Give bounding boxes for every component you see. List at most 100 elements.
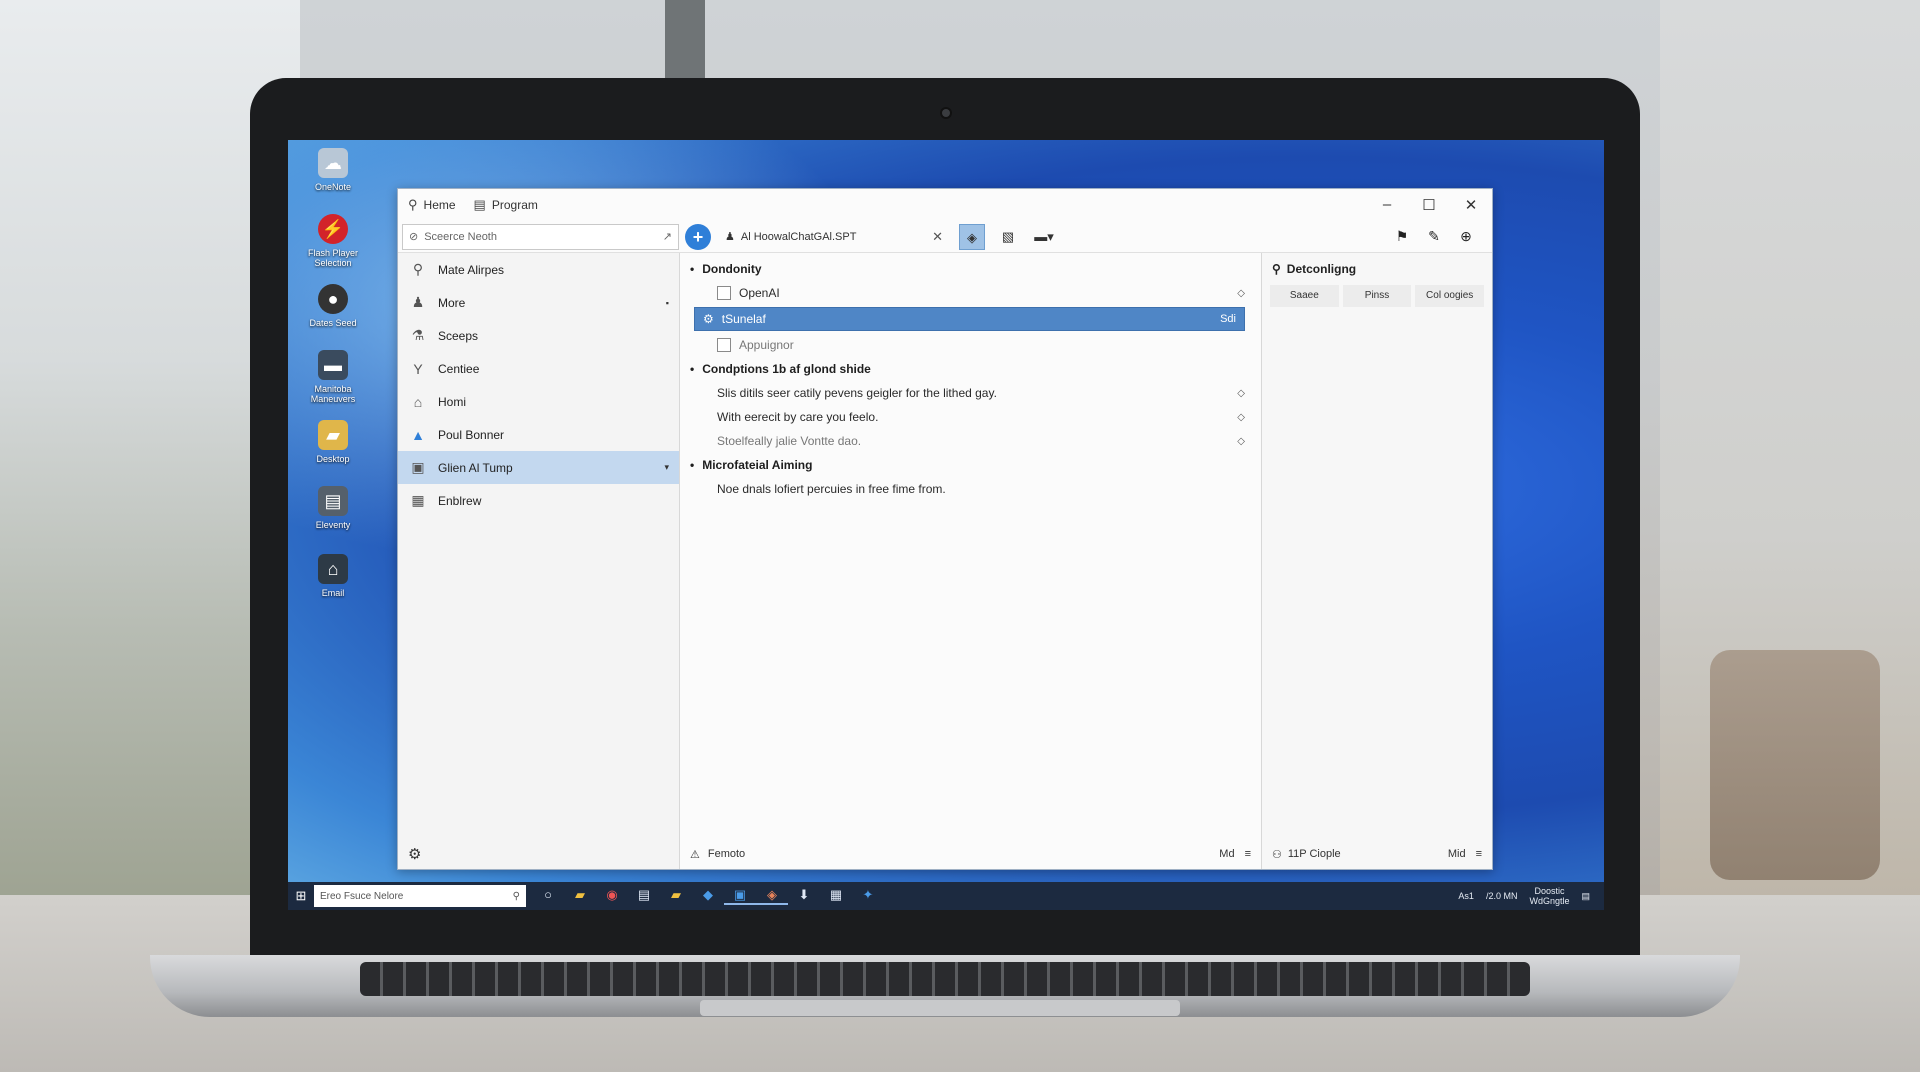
tool-icon: Y [413, 360, 423, 377]
sidebar-item-mate-alirpes[interactable]: ⚲ Mate Alirpes [398, 253, 679, 286]
taskview-icon[interactable]: ○ [532, 887, 564, 905]
main-footer: ⚠ Femoto Md ≡ [690, 848, 1251, 861]
section-header[interactable]: • Dondonity [680, 257, 1261, 281]
minimize-button[interactable]: – [1366, 196, 1408, 214]
section-header[interactable]: • Microfateial Aiming [680, 453, 1261, 477]
trackpad [700, 1000, 1180, 1016]
sidebar-item-homi[interactable]: ⌂ Homi [398, 385, 679, 418]
taskbar: ⊞ Ereo Fsuce Nelore ⚲ ○ ▰ ◉ ▤ ▰ ◆ ▣ ◈ ⬇ … [288, 882, 1604, 910]
sidebar: ⚲ Mate Alirpes ♟ More ▪ ⚗ Sceeps Y Centi… [398, 253, 680, 869]
taskbar-apps: ○ ▰ ◉ ▤ ▰ ◆ ▣ ◈ ⬇ ▦ ✦ [532, 887, 884, 905]
close-tab-icon[interactable]: ✕ [932, 229, 943, 245]
tab-saaee[interactable]: Saaee [1270, 285, 1339, 307]
expand-icon[interactable]: ↗ [663, 230, 672, 243]
monitor-icon: ▬ [318, 350, 348, 380]
list-item[interactable]: Slis ditils seer catily pevens geigler f… [680, 381, 1261, 405]
right-panel-title: ⚲ Detconligng [1272, 262, 1357, 276]
image-icon[interactable]: ▧ [995, 224, 1021, 250]
caret-icon: ▪ [665, 297, 669, 308]
start-icon[interactable]: ⊞ [288, 888, 314, 904]
settings-icon[interactable]: ⚙ [408, 845, 421, 863]
desktop-icon-onenote[interactable]: ☁ OneNote [298, 148, 368, 192]
right-panel: ⚲ Detconligng Saaee Pinss Col oogies ⚇ 1… [1262, 253, 1492, 869]
taskbar-search-input[interactable]: Ereo Fsuce Nelore ⚲ [314, 885, 526, 907]
date[interactable]: Doostic WdGngtle [1529, 886, 1569, 906]
sidebar-item-centiee[interactable]: Y Centiee [398, 352, 679, 385]
add-button[interactable]: + [685, 223, 711, 250]
item-icon: ⚙ [703, 312, 714, 326]
sidebar-item-enblrew[interactable]: ▦ Enblrew [398, 484, 679, 517]
laptop-screen: ☁ OneNote ⚡ Flash Player Selection ● Dat… [288, 140, 1604, 910]
sidebar-item-more[interactable]: ♟ More ▪ [398, 286, 679, 319]
pen-icon[interactable]: ✎ [1420, 228, 1448, 245]
document-tab[interactable]: ♟ Al HoowalChatGAl.SPT ✕ [719, 224, 949, 250]
diamond-icon[interactable]: ◇ [1237, 288, 1245, 299]
explorer-icon[interactable]: ▰ [660, 887, 692, 905]
notification-icon[interactable]: ▤ [1581, 891, 1590, 902]
desktop-icon-maneuvers[interactable]: ▬ Manitoba Maneuvers [298, 350, 368, 404]
download-icon[interactable]: ⬇ [788, 887, 820, 905]
cloud-icon: ☁ [318, 148, 348, 178]
search-input[interactable]: ⊘ Sceerce Neoth ↗ [402, 223, 679, 250]
diamond-icon[interactable]: ◇ [1237, 388, 1245, 399]
app-open-icon[interactable]: ▣ [724, 887, 756, 905]
app-icon[interactable]: ◆ [692, 887, 724, 905]
checkbox[interactable] [717, 338, 731, 352]
close-button[interactable]: ✕ [1450, 196, 1492, 214]
flag-icon[interactable]: ⚑ [1388, 228, 1416, 245]
menu-program[interactable]: ▤ Program [474, 197, 538, 213]
title-bar: ⚲ Heme ▤ Program – ☐ ✕ [398, 189, 1492, 221]
desktop-icon-dates[interactable]: ● Dates Seed [298, 284, 368, 328]
mic-icon: ⚲ [512, 890, 520, 902]
layout-dropdown-icon[interactable]: ▬▾ [1031, 224, 1057, 250]
grid-icon: ▦ [411, 492, 425, 508]
webcam [940, 107, 952, 119]
main-content: • Dondonity OpenAI ◇ ⚙ tSunelaf Sdi Appu… [680, 253, 1262, 869]
list-item[interactable]: Stoelfeally jalie Vontte dao. ◇ [680, 429, 1261, 453]
tab-col-oogies[interactable]: Col oogies [1415, 285, 1485, 307]
settings-icon[interactable]: ✦ [852, 887, 884, 905]
desktop-icon-email[interactable]: ⌂ Email [298, 554, 368, 598]
list-item-selected[interactable]: ⚙ tSunelaf Sdi [694, 307, 1245, 331]
diamond-icon[interactable]: ◇ [1237, 412, 1245, 423]
menu-heme[interactable]: ⚲ Heme [408, 197, 456, 213]
desktop-icon-folder[interactable]: ▰ Desktop [298, 420, 368, 464]
bullet-icon: • [690, 458, 695, 472]
app-active-icon[interactable]: ◈ [756, 887, 788, 905]
plus-circle-icon[interactable]: ⊕ [1452, 228, 1480, 245]
app-body: ⚲ Mate Alirpes ♟ More ▪ ⚗ Sceeps Y Centi… [398, 253, 1492, 869]
background-frame [665, 0, 705, 90]
menu-icon[interactable]: ≡ [1476, 848, 1482, 860]
checkbox[interactable] [717, 286, 731, 300]
disc-icon: ● [318, 284, 348, 314]
sidebar-item-sceeps[interactable]: ⚗ Sceeps [398, 319, 679, 352]
list-item-openai[interactable]: OpenAI ◇ [680, 281, 1261, 305]
notes-icon[interactable]: ▤ [628, 887, 660, 905]
desktop-icon-flash[interactable]: ⚡ Flash Player Selection [298, 214, 368, 268]
list-item-appuignor[interactable]: Appuignor [680, 333, 1261, 357]
mail-icon: ⌂ [318, 554, 348, 584]
tab-pinss[interactable]: Pinss [1342, 285, 1412, 307]
diamond-icon[interactable]: ◇ [1237, 436, 1245, 447]
flask-icon: ⚗ [411, 327, 425, 343]
app-icon: ▣ [411, 459, 425, 475]
list-item[interactable]: Noe dnals lofiert percuies in free fime … [680, 477, 1261, 501]
browser-icon[interactable]: ◉ [596, 887, 628, 905]
maximize-button[interactable]: ☐ [1408, 196, 1450, 214]
mode-label[interactable]: Md [1219, 848, 1234, 860]
system-tray: As1 /2.0 MN Doostic WdGngtle ▤ [1458, 886, 1590, 906]
menu-icon[interactable]: ≡ [1245, 848, 1251, 860]
list-item[interactable]: With eerecit by care you feelo. ◇ [680, 405, 1261, 429]
color-icon[interactable]: ◈ [959, 223, 985, 250]
mode-label[interactable]: Mid [1448, 848, 1466, 860]
pin-icon: ⚲ [412, 261, 424, 277]
sidebar-item-poul-bonner[interactable]: ▲ Poul Bonner [398, 418, 679, 451]
desktop-icon-eleventy[interactable]: ▤ Eleventy [298, 486, 368, 530]
store-icon[interactable]: ▦ [820, 887, 852, 905]
folder-icon[interactable]: ▰ [564, 887, 596, 905]
chevron-down-icon[interactable]: ▾ [664, 462, 669, 473]
right-panel-tabs: Saaee Pinss Col oogies [1270, 285, 1485, 307]
sidebar-item-glien-al-tump[interactable]: ▣ Glien Al Tump ▾ [398, 451, 679, 484]
section-header[interactable]: • Condptions 1b af glond shide [680, 357, 1261, 381]
clock[interactable]: /2.0 MN [1486, 891, 1518, 901]
